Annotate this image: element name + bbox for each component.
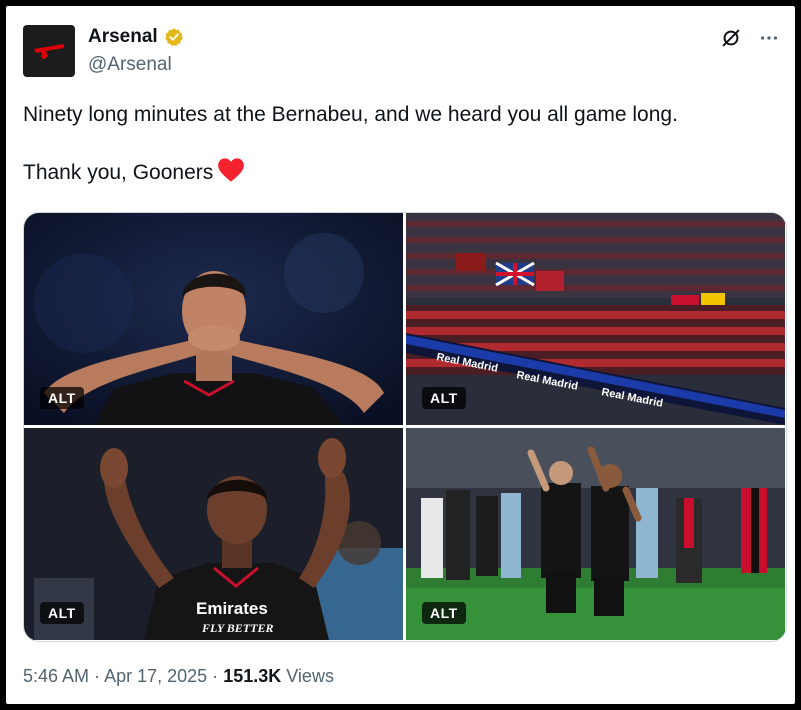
grok-icon[interactable] (719, 26, 743, 50)
tweet-metadata: 5:46 AM · Apr 17, 2025 · 151.3K Views (23, 666, 334, 687)
author-name[interactable]: Arsenal (88, 26, 158, 48)
alt-badge[interactable]: ALT (40, 387, 84, 409)
tweet-line-2-text: Thank you, Gooners (23, 161, 214, 184)
author-handle[interactable]: @Arsenal (88, 54, 172, 76)
arsenal-avatar[interactable] (23, 25, 75, 77)
red-heart-icon (218, 158, 245, 182)
tweet-time[interactable]: 5:46 AM (23, 666, 89, 686)
tweet-text: Ninety long minutes at the Bernabeu, and… (23, 101, 773, 187)
media-grid: ALT Real Madrid Real Madrid Real Madrid … (23, 212, 787, 642)
alt-badge[interactable]: ALT (40, 602, 84, 624)
tweet-date[interactable]: Apr 17, 2025 (104, 666, 207, 686)
tweet-card: Arsenal @Arsenal Ninety long minutes at … (6, 6, 795, 704)
tweet-line-2: Thank you, Gooners (23, 157, 773, 187)
tweet-line-1: Ninety long minutes at the Bernabeu, and… (23, 103, 678, 126)
photo-player-kiss[interactable]: ALT (24, 213, 403, 425)
jersey-sponsor-text: Emirates (196, 599, 268, 618)
verified-badge-icon (164, 28, 183, 47)
photo-away-fans[interactable]: Real Madrid Real Madrid Real Madrid ALT (406, 213, 785, 425)
alt-badge[interactable]: ALT (422, 602, 466, 624)
cannon-logo-icon (34, 44, 64, 59)
more-options-icon[interactable] (757, 26, 781, 50)
tweet-actions-top (719, 26, 781, 50)
photo-player-applause[interactable]: Emirates FLY BETTER ALT (24, 428, 403, 640)
meta-separator: · (212, 666, 219, 686)
views-count: 151.3K (223, 666, 282, 686)
author-name-row: Arsenal (88, 26, 184, 48)
meta-separator: · (94, 666, 101, 686)
alt-badge[interactable]: ALT (422, 387, 466, 409)
photo-team-celebration[interactable]: ALT (406, 428, 785, 640)
views-label: Views (286, 666, 334, 686)
jersey-slogan-text: FLY BETTER (201, 621, 273, 635)
